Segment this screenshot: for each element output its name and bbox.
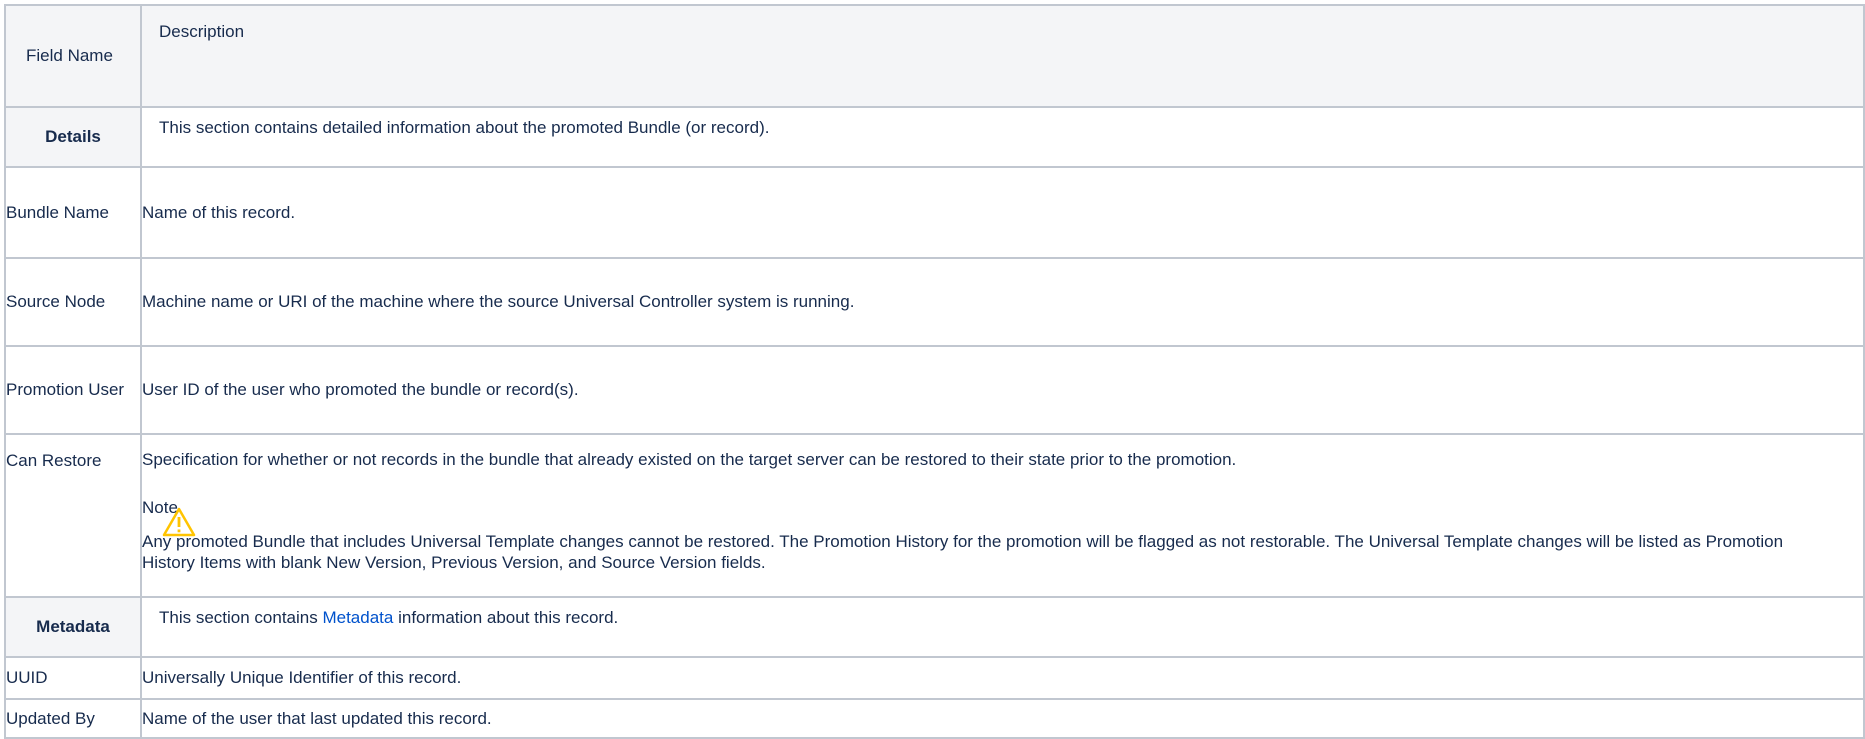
section-name-metadata: Metadata xyxy=(4,596,142,658)
field-name-source-node: Source Node xyxy=(4,257,142,347)
field-name-promotion-user: Promotion User xyxy=(4,345,142,435)
table-row-source-node: Source Node Machine name or URI of the m… xyxy=(4,257,1865,347)
warning-icon xyxy=(162,507,196,537)
field-name-bundle-name: Bundle Name xyxy=(4,166,142,259)
note-panel: Note xyxy=(142,497,1863,537)
note-body: Any promoted Bundle that includes Univer… xyxy=(142,532,1784,572)
field-name-uuid: UUID xyxy=(4,656,142,700)
table-row-metadata: Metadata This section contains Metadata … xyxy=(4,596,1865,658)
section-name-details: Details xyxy=(4,106,142,168)
metadata-desc-after: information about this record. xyxy=(393,608,619,627)
header-field-name: Field Name xyxy=(4,4,142,108)
field-desc-source-node: Machine name or URI of the machine where… xyxy=(140,257,1865,347)
metadata-link[interactable]: Metadata xyxy=(322,608,393,627)
field-desc-updated-by: Name of the user that last updated this … xyxy=(140,698,1865,739)
table-row-promotion-user: Promotion User User ID of the user who p… xyxy=(4,345,1865,435)
table-row-updated-by: Updated By Name of the user that last up… xyxy=(4,698,1865,739)
table-row-bundle-name: Bundle Name Name of this record. xyxy=(4,166,1865,259)
header-description: Description xyxy=(140,4,1865,108)
field-desc-promotion-user: User ID of the user who promoted the bun… xyxy=(140,345,1865,435)
field-description-table: Field Name Description Details This sect… xyxy=(4,4,1865,739)
can-restore-text: Specification for whether or not records… xyxy=(142,450,1237,469)
table-header-row: Field Name Description xyxy=(4,4,1865,108)
section-desc-metadata: This section contains Metadata informati… xyxy=(140,596,1865,658)
field-name-can-restore: Can Restore xyxy=(4,433,142,598)
table-row-can-restore: Can Restore Specification for whether or… xyxy=(4,433,1865,598)
field-desc-bundle-name: Name of this record. xyxy=(140,166,1865,259)
metadata-desc-before: This section contains xyxy=(159,608,323,627)
field-desc-uuid: Universally Unique Identifier of this re… xyxy=(140,656,1865,700)
section-desc-details: This section contains detailed informati… xyxy=(140,106,1865,168)
table-row-details: Details This section contains detailed i… xyxy=(4,106,1865,168)
field-name-updated-by: Updated By xyxy=(4,698,142,739)
field-desc-can-restore: Specification for whether or not records… xyxy=(140,433,1865,598)
table-row-uuid: UUID Universally Unique Identifier of th… xyxy=(4,656,1865,700)
